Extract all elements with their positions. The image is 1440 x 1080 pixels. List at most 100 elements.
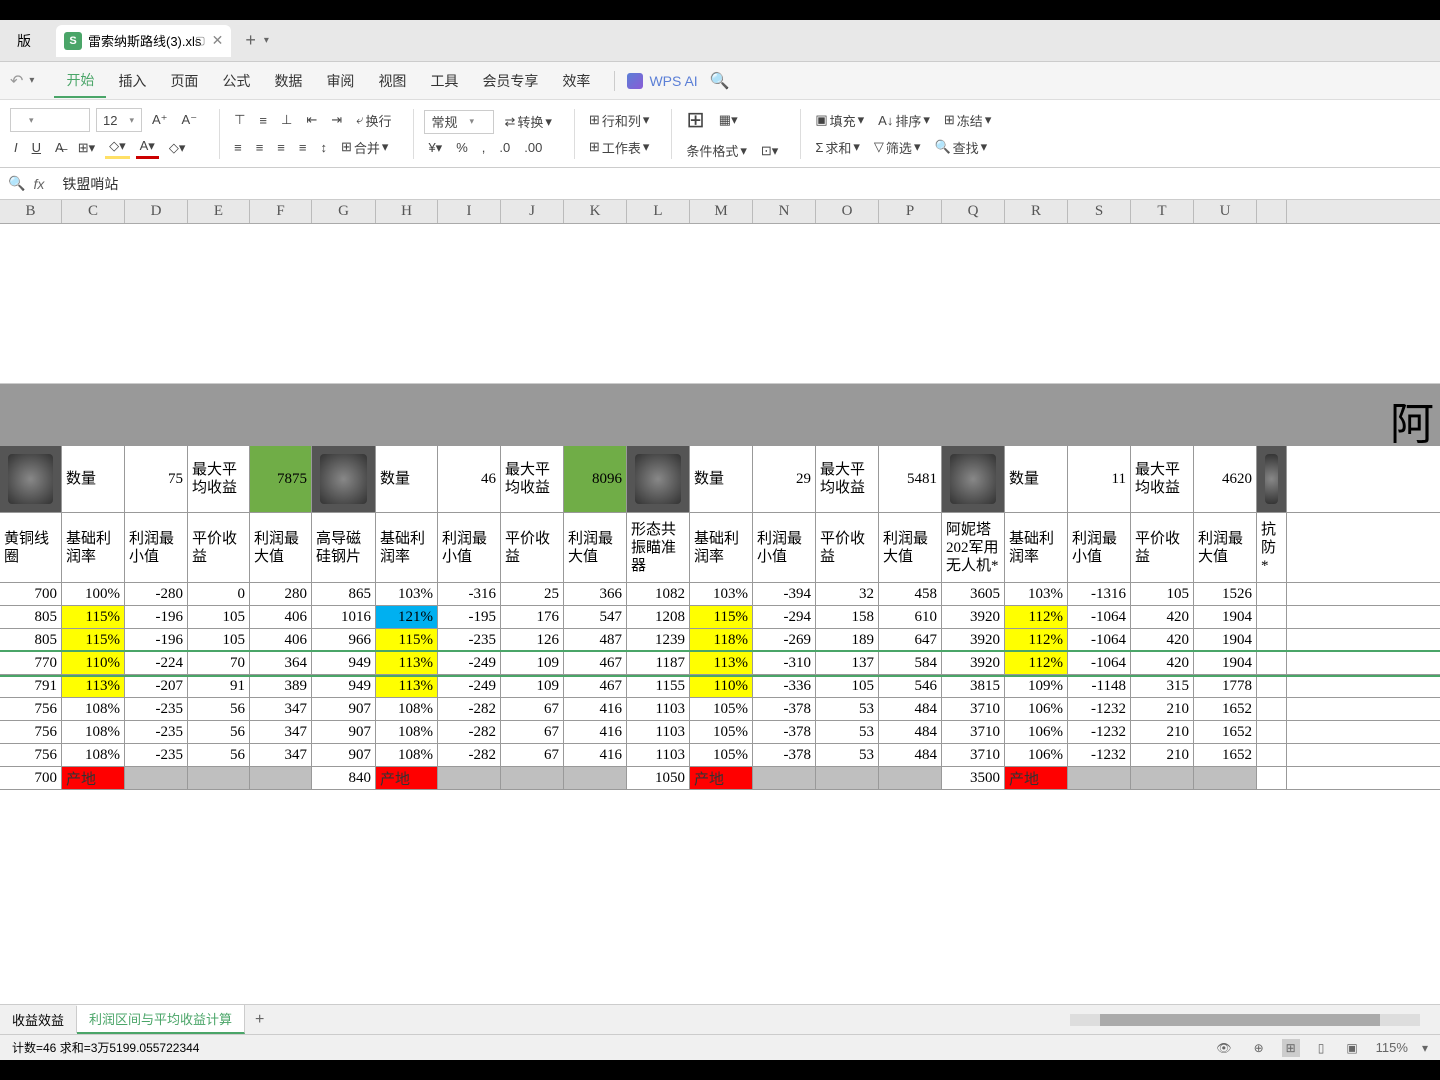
cell[interactable]: 805 — [0, 606, 62, 628]
cell[interactable]: 1187 — [627, 652, 690, 674]
font-select[interactable]: ▾ — [10, 108, 90, 132]
empty-rows[interactable] — [0, 224, 1440, 384]
orientation-icon[interactable]: ↕ — [316, 138, 331, 157]
cell[interactable]: 46 — [438, 446, 501, 512]
file-tab[interactable]: S 雷索纳斯路线(3).xls ▢ ✕ — [56, 25, 231, 57]
pin-icon[interactable]: ▢ — [195, 34, 205, 47]
cell[interactable]: 1103 — [627, 721, 690, 743]
cell[interactable] — [1257, 675, 1287, 697]
cell[interactable]: 基础利润率 — [62, 513, 125, 582]
cell[interactable] — [1131, 767, 1194, 789]
decimal-decrease-icon[interactable]: .00 — [520, 138, 546, 157]
cell[interactable]: 113% — [376, 652, 438, 674]
cell[interactable]: 1155 — [627, 675, 690, 697]
cell[interactable]: 利润最大值 — [564, 513, 627, 582]
col-header-C[interactable]: C — [62, 200, 125, 223]
cell[interactable]: 949 — [312, 675, 376, 697]
sheet-tab-1[interactable]: 收益效益 — [0, 1006, 77, 1033]
col-header-N[interactable]: N — [753, 200, 816, 223]
align-middle-icon[interactable]: ≡ — [255, 111, 271, 130]
col-header-M[interactable]: M — [690, 200, 753, 223]
cell[interactable]: -196 — [125, 629, 188, 651]
cell[interactable]: 907 — [312, 698, 376, 720]
cell[interactable]: -282 — [438, 744, 501, 766]
app-menu[interactable]: 版 — [4, 26, 44, 56]
cell[interactable]: -1232 — [1068, 698, 1131, 720]
cell[interactable] — [879, 767, 942, 789]
cell[interactable]: 546 — [879, 675, 942, 697]
freeze-button[interactable]: ⊞冻结▾ — [940, 109, 995, 132]
cell[interactable] — [1068, 767, 1131, 789]
cell[interactable]: 利润最小值 — [1068, 513, 1131, 582]
align-justify-icon[interactable]: ≡ — [295, 138, 311, 157]
tab-more-icon[interactable]: ▾ — [264, 35, 269, 46]
cell[interactable]: 产地 — [376, 767, 438, 789]
cell[interactable]: 406 — [250, 629, 312, 651]
cell[interactable] — [627, 446, 690, 512]
cell[interactable]: -378 — [753, 721, 816, 743]
cell[interactable]: 产地 — [1005, 767, 1068, 789]
cell[interactable]: 420 — [1131, 629, 1194, 651]
cell[interactable]: -310 — [753, 652, 816, 674]
cell[interactable]: -336 — [753, 675, 816, 697]
format-select[interactable]: 常规▾ — [424, 110, 494, 134]
col-header-L[interactable]: L — [627, 200, 690, 223]
comma-icon[interactable]: , — [478, 138, 490, 157]
indent-decrease-icon[interactable]: ⇤ — [302, 110, 321, 130]
cell[interactable]: 抗防* — [1257, 513, 1287, 582]
cell[interactable]: 最大平均收益 — [816, 446, 879, 512]
sheet-tab-2[interactable]: 利润区间与平均收益计算 — [77, 1005, 245, 1034]
cell[interactable]: 平价收益 — [816, 513, 879, 582]
cell[interactable]: 53 — [816, 744, 879, 766]
cell[interactable]: 基础利润率 — [690, 513, 753, 582]
cell[interactable] — [942, 446, 1005, 512]
cell[interactable]: 106% — [1005, 721, 1068, 743]
align-bottom-icon[interactable]: ⊥ — [277, 110, 296, 130]
menu-formula[interactable]: 公式 — [210, 65, 262, 97]
cell[interactable]: 105% — [690, 721, 753, 743]
cell[interactable]: 利润最大值 — [1194, 513, 1257, 582]
cell[interactable]: 113% — [376, 675, 438, 697]
cell[interactable]: 3815 — [942, 675, 1005, 697]
cell[interactable]: 3920 — [942, 606, 1005, 628]
cell[interactable]: 176 — [501, 606, 564, 628]
rowcol-button[interactable]: ⊞行和列▾ — [585, 109, 653, 132]
cell[interactable]: 484 — [879, 698, 942, 720]
cell[interactable]: 840 — [312, 767, 376, 789]
cell[interactable]: 8096 — [564, 446, 627, 512]
cell[interactable]: 389 — [250, 675, 312, 697]
strikethrough-icon[interactable]: A̶ — [51, 138, 68, 157]
col-header-T[interactable]: T — [1131, 200, 1194, 223]
add-tab-icon[interactable]: + — [245, 30, 256, 51]
cell[interactable]: 210 — [1131, 744, 1194, 766]
cell[interactable]: -378 — [753, 698, 816, 720]
cell[interactable]: 103% — [690, 583, 753, 605]
fill-button[interactable]: ▣填充▾ — [811, 109, 868, 132]
grid-icon[interactable]: ⊡▾ — [757, 141, 782, 161]
cell[interactable]: -195 — [438, 606, 501, 628]
cell[interactable] — [312, 446, 376, 512]
cell[interactable] — [753, 767, 816, 789]
cell[interactable]: 1904 — [1194, 652, 1257, 674]
col-header-U[interactable]: U — [1194, 200, 1257, 223]
cell[interactable]: 最大平均收益 — [1131, 446, 1194, 512]
menu-insert[interactable]: 插入 — [106, 65, 158, 97]
cell[interactable]: 966 — [312, 629, 376, 651]
cell[interactable]: -1316 — [1068, 583, 1131, 605]
cell[interactable]: -249 — [438, 652, 501, 674]
col-header-E[interactable]: E — [188, 200, 250, 223]
cell[interactable]: 756 — [0, 721, 62, 743]
cell[interactable] — [501, 767, 564, 789]
cell[interactable]: -235 — [125, 698, 188, 720]
cell[interactable]: 364 — [250, 652, 312, 674]
cell[interactable]: 1652 — [1194, 698, 1257, 720]
cell[interactable]: 110% — [690, 675, 753, 697]
scroll-thumb[interactable] — [1100, 1014, 1380, 1026]
cell[interactable]: 平价收益 — [501, 513, 564, 582]
cell[interactable]: -249 — [438, 675, 501, 697]
currency-icon[interactable]: ¥▾ — [424, 138, 446, 158]
worksheet-button[interactable]: ⊞工作表▾ — [585, 136, 653, 159]
cell[interactable]: 115% — [376, 629, 438, 651]
cell[interactable]: 利润最大值 — [250, 513, 312, 582]
cell[interactable]: 115% — [62, 606, 125, 628]
